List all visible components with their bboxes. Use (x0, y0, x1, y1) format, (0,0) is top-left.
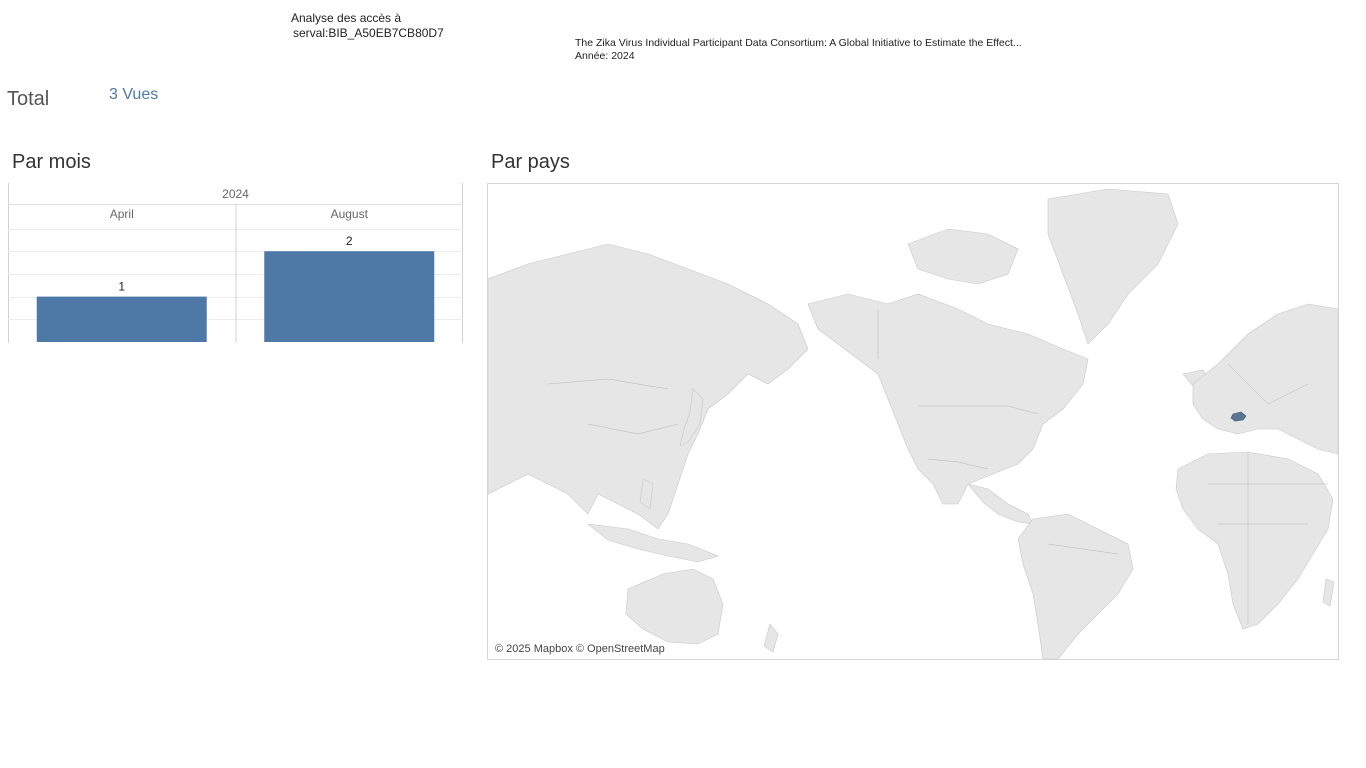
country-map[interactable]: © 2025 Mapbox © OpenStreetMap (487, 183, 1339, 660)
monthly-bar-chart: 2024 April 1 August 2 (8, 183, 463, 343)
document-year: Année: 2024 (575, 50, 635, 62)
land-arctic-islands (907, 228, 1019, 285)
land-africa (1175, 451, 1334, 630)
section-title-by-country: Par pays (491, 151, 570, 173)
total-label: Total (7, 88, 50, 110)
bar (36, 296, 207, 342)
land-north-america (807, 293, 1089, 505)
bar-value-label: 2 (346, 234, 353, 248)
document-info: The Zika Virus Individual Participant Da… (575, 37, 1022, 63)
report-title: Analyse des accès à serval:BIB_A50EB7CB8… (291, 11, 444, 41)
land-indonesia (586, 523, 719, 563)
total-views-value: 3 Vues (109, 86, 159, 103)
bar (264, 251, 435, 342)
land-greenland (1047, 188, 1179, 345)
world-map-svg (488, 188, 1338, 659)
bar-chart-svg: 2024 April 1 August 2 (8, 183, 463, 343)
land-europe (1192, 303, 1338, 455)
document-title: The Zika Virus Individual Participant Da… (575, 37, 1022, 49)
map-attribution[interactable]: © 2025 Mapbox © OpenStreetMap (495, 643, 665, 655)
land-south-america (1017, 513, 1134, 659)
month-label: August (331, 207, 369, 221)
section-title-by-month: Par mois (12, 151, 91, 173)
land-madagascar (1322, 578, 1335, 607)
land-australia (625, 568, 724, 645)
report-title-line1: Analyse des accès à (291, 11, 402, 25)
report-title-line2: serval:BIB_A50EB7CB80D7 (293, 26, 444, 40)
land-central-america (967, 483, 1034, 525)
bar-value-label: 1 (118, 280, 125, 294)
land-new-zealand (763, 623, 779, 653)
column-header-year: 2024 (222, 187, 249, 201)
month-label: April (110, 207, 134, 221)
